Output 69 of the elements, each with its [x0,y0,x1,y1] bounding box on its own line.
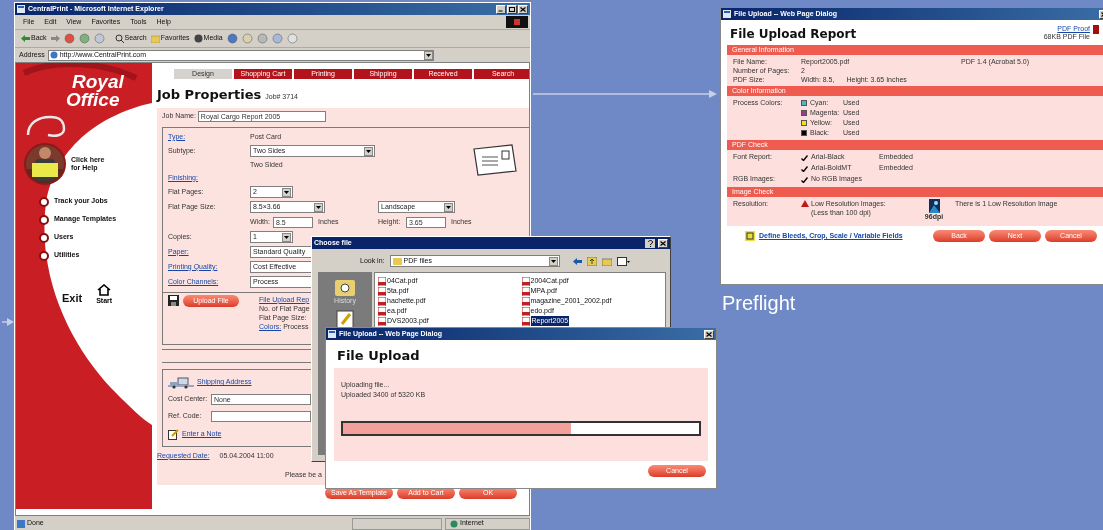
warning-icon [801,200,809,207]
history-icon[interactable] [226,33,238,44]
crop-icon [745,231,755,241]
dropdown-button[interactable] [548,256,558,266]
close-button[interactable] [704,329,714,339]
maximize-icon [509,6,515,12]
maximize-button[interactable] [507,4,517,14]
bullet-icon [39,214,49,225]
postcard-icon [471,142,518,177]
close-button[interactable] [658,238,668,248]
bullet-icon [39,250,49,261]
save-icon[interactable] [168,294,179,306]
search-icon [114,34,124,43]
bullet-icon [39,232,49,243]
arrow-drawing [2,317,14,327]
close-button[interactable] [518,4,528,14]
dropdown-button[interactable] [314,202,323,212]
pdf-file-icon [521,276,530,286]
caret-icon [284,235,289,239]
truck-icon [168,376,194,389]
note-icon [168,428,179,440]
pdf-file-icon [521,306,530,316]
close-icon [520,6,526,12]
page-title: Job Properties [157,86,262,104]
globe-icon [450,519,458,528]
throbber-icon [506,16,528,28]
page-icon [49,51,58,59]
dropdown-button[interactable] [364,146,373,156]
caret-icon [316,205,321,209]
help-icon [647,239,653,247]
up-folder-icon[interactable] [586,256,597,266]
close-icon [660,240,666,246]
view-menu-icon[interactable] [616,256,630,266]
window-icon [723,10,731,18]
caret-icon [550,259,556,263]
document-icon[interactable] [336,309,354,330]
back-icon[interactable] [572,257,582,265]
media-icon [193,34,203,43]
caption: Preflight [722,291,796,316]
close-icon [706,331,712,337]
caret-icon [426,53,431,57]
dropdown-button[interactable] [282,187,291,197]
caret-icon [366,149,371,153]
page-icon [17,519,25,528]
stop-icon[interactable] [63,33,75,44]
pdf-file-icon [521,296,530,306]
exit-link[interactable]: Exit [62,290,83,307]
dropdown-button[interactable] [424,50,433,60]
dialog-heading: File Upload [337,347,421,365]
house-icon [97,284,112,296]
window-icon [17,5,25,13]
logo[interactable]: Royal Office [66,73,130,109]
caret-icon [284,190,289,194]
folder-clock-icon [335,278,355,296]
dropdown-button[interactable] [282,232,291,242]
caret-icon [446,205,451,209]
dialog-heading: File Upload Report [730,26,858,43]
folder-icon [150,34,160,43]
pdf-icon [1093,25,1099,34]
bullet-icon [39,196,49,207]
help-button[interactable] [645,238,655,248]
back-arrow-icon [21,35,30,42]
dropdown-button[interactable] [444,202,453,212]
folder-icon [392,257,402,265]
pdf-file-icon [521,286,530,296]
minimize-button[interactable] [496,4,506,14]
ref-code-field[interactable] [211,410,311,422]
window-icon [328,330,336,338]
paperclip-icon [26,113,66,139]
